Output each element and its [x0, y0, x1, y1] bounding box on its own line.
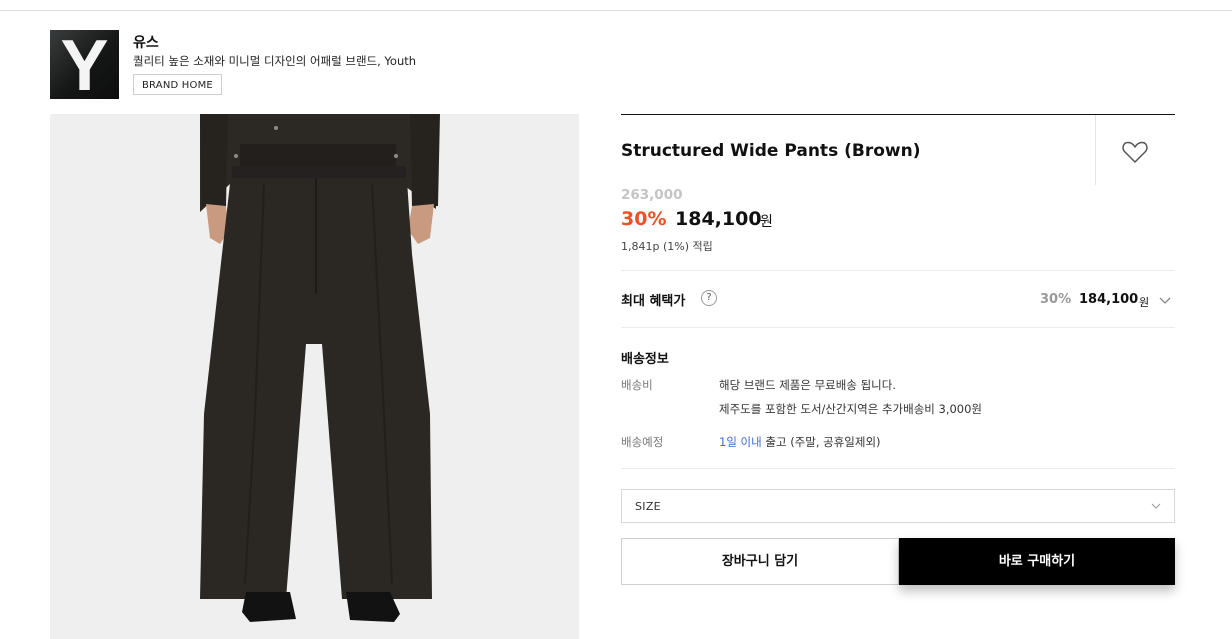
wishlist-button[interactable]	[1121, 139, 1149, 165]
original-price: 263,000	[621, 187, 683, 203]
max-benefit-rate: 30%	[1040, 292, 1072, 307]
shipping-schedule-highlight: 1일 이내	[719, 435, 762, 449]
shipping-fee-line2: 제주도를 포함한 도서/산간지역은 추가배송비 3,000원	[719, 402, 983, 416]
buy-now-button[interactable]: 바로 구매하기	[899, 538, 1175, 585]
shipping-fee-line1: 해당 브랜드 제품은 무료배송 됩니다.	[719, 378, 896, 392]
size-select[interactable]: SIZE	[621, 489, 1175, 523]
product-info-top-rule	[621, 114, 1175, 115]
shipping-schedule-label: 배송예정	[621, 435, 664, 449]
section-divider	[621, 468, 1175, 469]
size-select-label: SIZE	[635, 500, 661, 513]
section-divider	[621, 327, 1175, 328]
max-benefit-price: 184,100	[1079, 292, 1139, 307]
max-benefit-currency: 원	[1139, 296, 1150, 309]
chevron-down-icon	[1151, 503, 1161, 509]
currency-unit: 원	[760, 214, 773, 230]
shipping-fee-label: 배송비	[621, 378, 653, 392]
shipping-title: 배송정보	[621, 352, 669, 367]
brand-logo[interactable]: Y	[50, 30, 119, 99]
add-to-cart-button[interactable]: 장바구니 담기	[621, 538, 899, 585]
brand-home-button[interactable]: BRAND HOME	[133, 74, 222, 95]
shipping-schedule-rest: 출고 (주말, 공휴일제외)	[761, 435, 881, 449]
brand-logo-letter: Y	[60, 30, 109, 99]
product-title: Structured Wide Pants (Brown)	[621, 141, 921, 161]
section-divider	[621, 270, 1175, 271]
chevron-down-icon[interactable]	[1158, 292, 1172, 306]
reward-points: 1,841p (1%) 적립	[621, 240, 713, 253]
shipping-schedule: 1일 이내 출고 (주말, 공휴일제외)	[719, 434, 881, 450]
top-divider	[0, 10, 1232, 11]
discount-rate: 30%	[621, 208, 667, 230]
max-benefit-chevron-svg	[1159, 297, 1171, 304]
product-image	[50, 114, 579, 639]
wishlist-divider	[1095, 115, 1096, 185]
brand-name[interactable]: 유스	[133, 32, 159, 52]
brand-description: 퀄리티 높은 소재와 미니멀 디자인의 어패럴 브랜드, Youth	[133, 54, 417, 68]
max-benefit-label: 최대 혜택가	[621, 294, 686, 309]
heart-icon	[1122, 141, 1148, 163]
help-icon[interactable]: ?	[701, 290, 717, 306]
sale-price: 184,100	[675, 208, 762, 230]
wide-pants-photo	[50, 114, 579, 639]
